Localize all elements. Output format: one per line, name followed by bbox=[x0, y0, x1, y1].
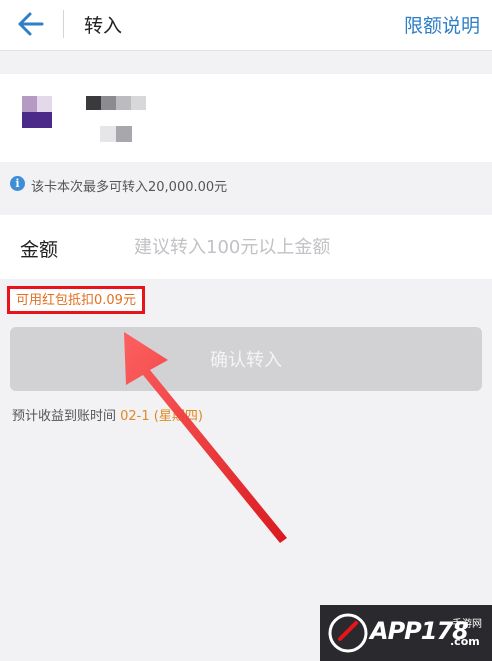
amount-row: 金额 bbox=[0, 215, 492, 279]
redpacket-deduction-text: 可用红包抵扣0.09元 bbox=[16, 293, 136, 308]
watermark-logo-icon bbox=[328, 613, 368, 653]
back-arrow-icon bbox=[18, 12, 44, 36]
limit-info-link[interactable]: 限额说明 bbox=[404, 11, 480, 38]
arrival-date: 02-1 (星期四) bbox=[120, 409, 203, 424]
header-divider bbox=[63, 10, 64, 38]
expected-arrival: 预计收益到账时间 02-1 (星期四) bbox=[12, 405, 203, 424]
confirm-transfer-button[interactable]: 确认转入 bbox=[10, 327, 482, 391]
page-title: 转入 bbox=[84, 15, 123, 37]
bank-logo-icon bbox=[22, 96, 52, 128]
watermark-sub-text: 手游网 bbox=[452, 619, 482, 630]
site-watermark: APP178 手游网 .com bbox=[320, 605, 492, 661]
redpacket-deduction: 可用红包抵扣0.09元 bbox=[7, 286, 145, 314]
bank-name-blurred bbox=[86, 96, 148, 110]
arrival-label: 预计收益到账时间 bbox=[12, 409, 121, 424]
card-number-blurred bbox=[100, 126, 132, 142]
amount-input[interactable] bbox=[132, 231, 476, 263]
top-bar: 转入 限额说明 bbox=[0, 0, 492, 51]
watermark-domain-text: .com bbox=[450, 635, 480, 648]
transfer-limit-text: 该卡本次最多可转入20,000.00元 bbox=[31, 180, 228, 195]
back-button[interactable] bbox=[14, 10, 48, 38]
bank-card-row[interactable] bbox=[0, 74, 492, 162]
amount-label: 金额 bbox=[20, 239, 59, 261]
info-icon: i bbox=[10, 176, 25, 191]
